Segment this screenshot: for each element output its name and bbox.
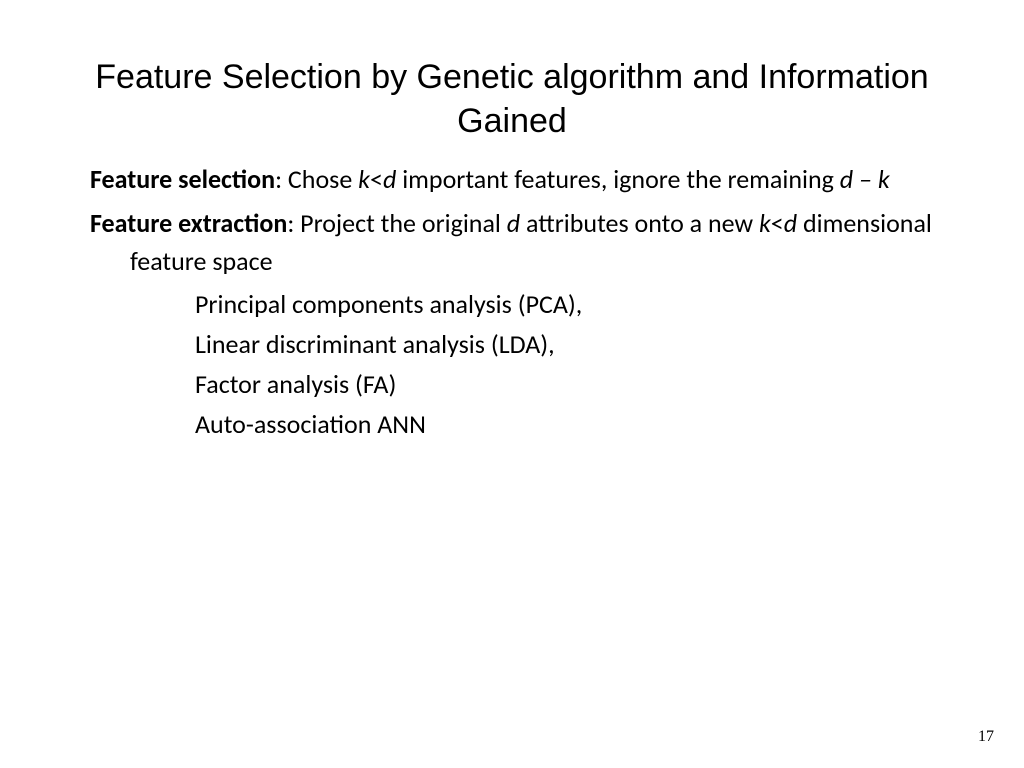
- var-k: k: [759, 207, 771, 239]
- var-dk: d – k: [840, 163, 890, 195]
- slide-title: Feature Selection by Genetic algorithm a…: [90, 55, 934, 143]
- term-feature-extraction: Feature extraction: [90, 207, 287, 239]
- var-d: d: [507, 207, 520, 239]
- text: : Project the original: [287, 207, 506, 239]
- paragraph-feature-selection: Feature selection: Chose k<d important f…: [90, 161, 934, 199]
- methods-list: Principal components analysis (PCA), Lin…: [90, 286, 934, 443]
- slide-body: Feature selection: Chose k<d important f…: [90, 161, 934, 443]
- page-number: 17: [978, 728, 994, 746]
- var-k: k: [358, 163, 370, 195]
- text: attributes onto a new: [520, 207, 759, 239]
- paragraph-feature-extraction: Feature extraction: Project the original…: [90, 205, 934, 280]
- text: <: [370, 163, 383, 195]
- list-item: Factor analysis (FA): [195, 366, 934, 404]
- slide-content: Feature Selection by Genetic algorithm a…: [0, 0, 1024, 443]
- list-item: Linear discriminant analysis (LDA),: [195, 326, 934, 364]
- text: : Chose: [275, 163, 358, 195]
- list-item: Principal components analysis (PCA),: [195, 286, 934, 324]
- var-d: d: [784, 207, 797, 239]
- var-d: d: [383, 163, 396, 195]
- list-item: Auto-association ANN: [195, 406, 934, 444]
- text: <: [771, 207, 784, 239]
- term-feature-selection: Feature selection: [90, 163, 275, 195]
- text: important features, ignore the remaining: [396, 163, 839, 195]
